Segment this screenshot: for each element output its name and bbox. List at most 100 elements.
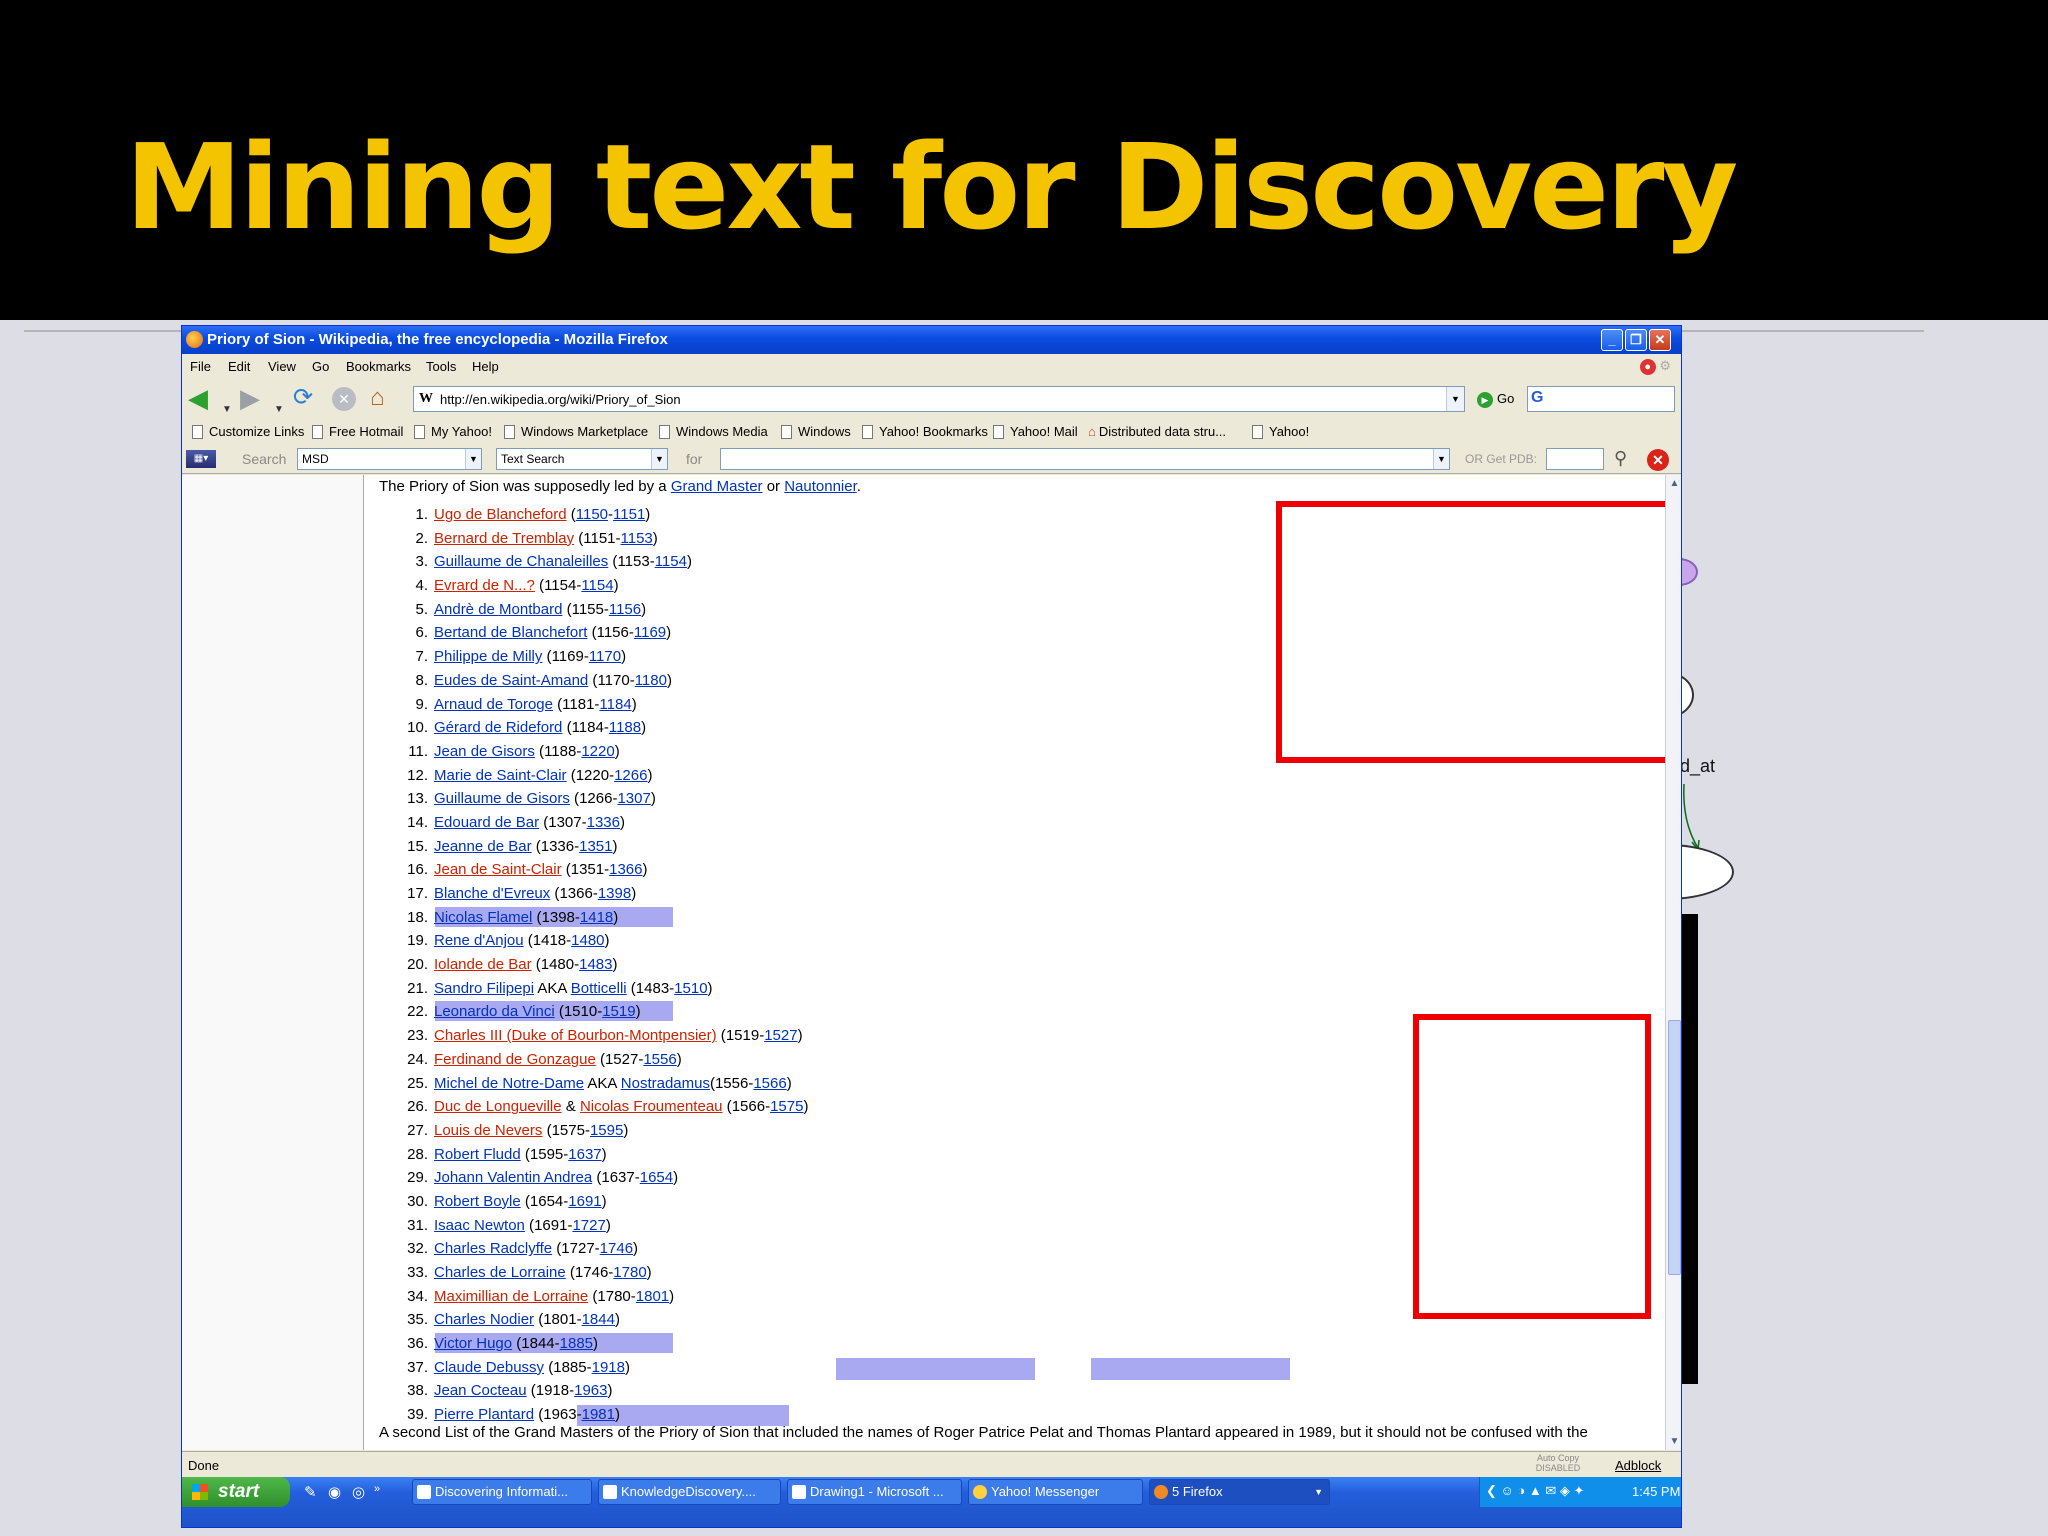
year-link[interactable]: 1180 bbox=[635, 672, 667, 689]
taskbar-item[interactable]: Yahoo! Messenger bbox=[968, 1479, 1143, 1505]
person-link[interactable]: Charles Radclyffe bbox=[434, 1240, 552, 1257]
person-alias-link[interactable]: Nostradamus bbox=[621, 1075, 710, 1092]
year-link[interactable]: 1150 bbox=[576, 506, 608, 523]
year-link[interactable]: 1220 bbox=[581, 743, 614, 760]
person-link[interactable]: Ugo de Blancheford bbox=[434, 506, 567, 523]
person-link[interactable]: Andrè de Montbard bbox=[434, 601, 562, 618]
year-link[interactable]: 1154 bbox=[655, 553, 687, 570]
year-link[interactable]: 1885 bbox=[560, 1335, 593, 1352]
year-link[interactable]: 1844 bbox=[582, 1311, 615, 1328]
person-link[interactable]: Gérard de Rideford bbox=[434, 719, 562, 736]
year-link[interactable]: 1169 bbox=[634, 624, 666, 641]
person-link[interactable]: Ferdinand de Gonzague bbox=[434, 1051, 596, 1068]
menu-go[interactable]: Go bbox=[312, 359, 329, 374]
year-link[interactable]: 1366 bbox=[609, 861, 642, 878]
update-icon[interactable]: ● ⚙ bbox=[1639, 358, 1671, 375]
year-link[interactable]: 1654 bbox=[640, 1169, 673, 1186]
year-link[interactable]: 1691 bbox=[568, 1193, 601, 1210]
person-link[interactable]: Jean de Saint-Clair bbox=[434, 861, 562, 878]
magnifier-icon[interactable]: ⚲ bbox=[1614, 448, 1627, 469]
year-link[interactable]: 1153 bbox=[621, 530, 653, 547]
title-bar[interactable]: Priory of Sion - Wikipedia, the free enc… bbox=[182, 326, 1681, 354]
tray-icons[interactable]: ❮ ☺ ◑ ▲ ✉ ◈ ✦ bbox=[1486, 1483, 1584, 1499]
year-link[interactable]: 1266 bbox=[614, 767, 647, 784]
more-icon[interactable]: » bbox=[374, 1483, 380, 1495]
bookmark-item[interactable]: Yahoo! Mail bbox=[993, 424, 1078, 439]
year-link[interactable]: 1556 bbox=[643, 1051, 676, 1068]
browser-quicklaunch-icon[interactable]: ◎ bbox=[352, 1483, 365, 1501]
year-link[interactable]: 1566 bbox=[753, 1075, 786, 1092]
person-link[interactable]: Louis de Nevers bbox=[434, 1122, 542, 1139]
taskbar-item-firefox[interactable]: 5 Firefox ▼ bbox=[1149, 1479, 1330, 1505]
person-link[interactable]: Claude Debussy bbox=[434, 1359, 544, 1376]
bookmark-item[interactable]: My Yahoo! bbox=[414, 424, 492, 439]
year-link[interactable]: 1637 bbox=[568, 1146, 601, 1163]
menu-file[interactable]: File bbox=[190, 359, 211, 374]
grand-master-link[interactable]: Grand Master bbox=[671, 478, 763, 495]
year-link[interactable]: 1336 bbox=[587, 814, 620, 831]
quicklaunch-icon[interactable]: ✎ bbox=[304, 1483, 317, 1501]
person-link[interactable]: Nicolas Flamel bbox=[434, 909, 532, 926]
back-arrow-icon[interactable]: ◀ bbox=[188, 384, 208, 412]
maximize-button[interactable]: ❐ bbox=[1625, 329, 1647, 351]
bookmark-item[interactable]: Customize Links bbox=[192, 424, 304, 439]
stop-icon[interactable]: ✕ bbox=[332, 387, 356, 411]
person-link[interactable]: Sandro Filipepi bbox=[434, 980, 534, 997]
year-link[interactable]: 1398 bbox=[598, 885, 631, 902]
toolbar-logo-icon[interactable]: ▦▾ bbox=[186, 450, 216, 468]
home-icon[interactable]: ⌂ bbox=[370, 384, 385, 412]
vertical-scrollbar[interactable]: ▲ ▼ bbox=[1665, 475, 1681, 1450]
person-link[interactable]: Blanche d'Evreux bbox=[434, 885, 550, 902]
person-link[interactable]: Bertand de Blanchefort bbox=[434, 624, 587, 641]
nautonnier-link[interactable]: Nautonnier bbox=[784, 478, 857, 495]
scroll-up-icon[interactable]: ▲ bbox=[1666, 475, 1681, 492]
year-link[interactable]: 1480 bbox=[571, 932, 604, 949]
person-link[interactable]: Johann Valentin Andrea bbox=[434, 1169, 592, 1186]
person-link[interactable]: Nicolas Froumenteau bbox=[580, 1098, 723, 1115]
person-link[interactable]: Maximillian de Lorraine bbox=[434, 1288, 588, 1305]
year-link[interactable]: 1575 bbox=[770, 1098, 803, 1115]
person-link[interactable]: Charles Nodier bbox=[434, 1311, 534, 1328]
query-input[interactable]: ▼ bbox=[720, 448, 1450, 470]
year-link[interactable]: 1595 bbox=[590, 1122, 623, 1139]
year-link[interactable]: 1918 bbox=[592, 1359, 625, 1376]
firefox-quicklaunch-icon[interactable]: ◉ bbox=[328, 1483, 341, 1501]
minimize-button[interactable]: _ bbox=[1601, 329, 1623, 351]
person-link[interactable]: Rene d'Anjou bbox=[434, 932, 524, 949]
person-link[interactable]: Philippe de Milly bbox=[434, 648, 542, 665]
go-button[interactable]: ▶ Go bbox=[1477, 391, 1514, 408]
person-link[interactable]: Guillaume de Gisors bbox=[434, 790, 570, 807]
adblock-status[interactable]: Adblock bbox=[1615, 1458, 1661, 1473]
year-link[interactable]: 1184 bbox=[599, 696, 631, 713]
bookmark-item[interactable]: Windows Marketplace bbox=[504, 424, 648, 439]
year-link[interactable]: 1519 bbox=[602, 1003, 635, 1020]
year-link[interactable]: 1188 bbox=[609, 719, 641, 736]
person-link[interactable]: Jean Cocteau bbox=[434, 1382, 527, 1399]
person-link[interactable]: Pierre Plantard bbox=[434, 1406, 534, 1423]
person-link[interactable]: Jean de Gisors bbox=[434, 743, 535, 760]
year-link[interactable]: 1746 bbox=[600, 1240, 633, 1257]
year-link[interactable]: 1151 bbox=[613, 506, 645, 523]
bookmark-item[interactable]: Yahoo! Bookmarks bbox=[862, 424, 988, 439]
bookmark-item[interactable]: Free Hotmail bbox=[312, 424, 403, 439]
person-link[interactable]: Marie de Saint-Clair bbox=[434, 767, 567, 784]
address-bar[interactable]: W http://en.wikipedia.org/wiki/Priory_of… bbox=[413, 386, 1465, 412]
person-link[interactable]: Evrard de N...? bbox=[434, 577, 535, 594]
menu-help[interactable]: Help bbox=[472, 359, 499, 374]
year-link[interactable]: 1154 bbox=[581, 577, 613, 594]
person-link[interactable]: Michel de Notre-Dame bbox=[434, 1075, 584, 1092]
pdb-input[interactable] bbox=[1546, 448, 1604, 470]
bookmark-item[interactable]: Yahoo! bbox=[1252, 424, 1309, 439]
person-link[interactable]: Bernard de Tremblay bbox=[434, 530, 574, 547]
taskbar-item[interactable]: KnowledgeDiscovery.... bbox=[598, 1479, 781, 1505]
scroll-thumb[interactable] bbox=[1668, 1020, 1681, 1275]
person-link[interactable]: Edouard de Bar bbox=[434, 814, 539, 831]
year-link[interactable]: 1727 bbox=[572, 1217, 605, 1234]
year-link[interactable]: 1170 bbox=[589, 648, 621, 665]
bookmark-item[interactable]: ⌂ Distributed data stru... bbox=[1088, 424, 1226, 439]
person-link[interactable]: Robert Fludd bbox=[434, 1146, 521, 1163]
year-link[interactable]: 1510 bbox=[674, 980, 707, 997]
google-search-input[interactable]: G bbox=[1527, 386, 1675, 412]
menu-tools[interactable]: Tools bbox=[426, 359, 456, 374]
person-link[interactable]: Arnaud de Toroge bbox=[434, 696, 553, 713]
